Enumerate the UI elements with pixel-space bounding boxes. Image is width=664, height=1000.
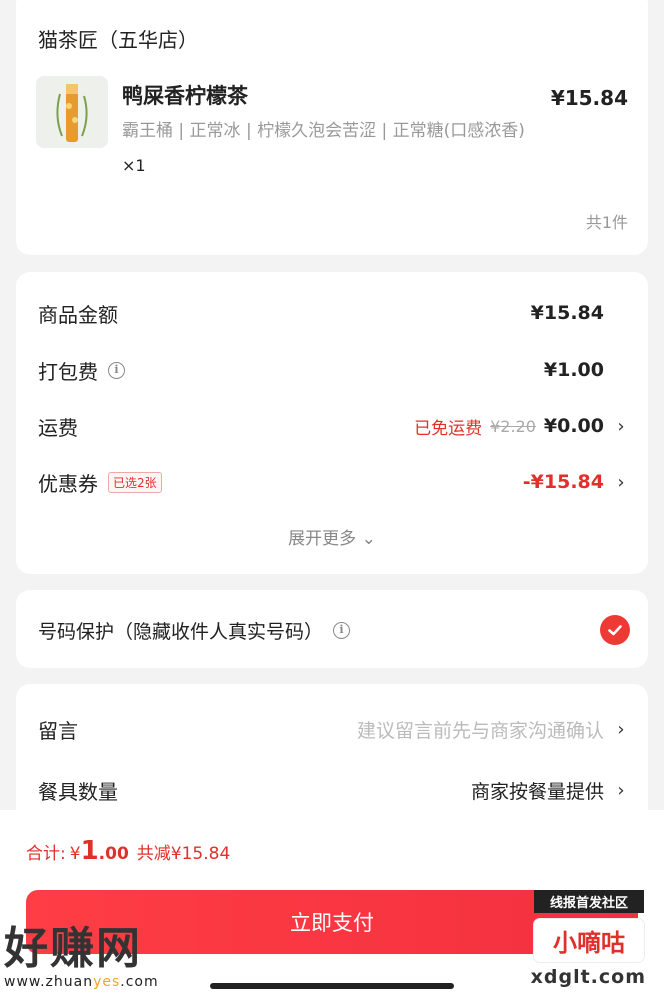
info-icon[interactable]: i [333, 622, 351, 639]
total-integer: 1 [80, 836, 99, 866]
watermark-left-title: 好赚网 [4, 923, 142, 974]
watermark-logo-right: 线报首发社区 小嘀咕 [534, 890, 644, 962]
goods-amount-row: 商品金额 ¥15.84 [38, 298, 628, 328]
amount-card: 商品金额 ¥15.84 打包费 i ¥1.00 运费 已免运费 ¥2.20 ¥0… [16, 272, 648, 574]
privacy-checkbox[interactable] [600, 615, 630, 645]
watermark-right-url: xdglt.com [530, 966, 646, 988]
note-label: 留言 [38, 718, 78, 743]
shipping-fee-label: 运费 [38, 415, 78, 440]
watermark-left-url: www.zhuanyes.com [4, 974, 159, 990]
chevron-right-icon[interactable]: › [614, 780, 628, 801]
product-quantity: ×1 [122, 156, 146, 175]
packing-fee-label: 打包费 [38, 359, 98, 384]
chevron-right-icon[interactable]: › [614, 719, 628, 740]
total-label: 合计: [26, 844, 66, 864]
packing-fee-row: 打包费 i ¥1.00 [38, 355, 628, 385]
shipping-fee-row[interactable]: 运费 已免运费 ¥2.20 ¥0.00 › [38, 411, 628, 441]
watermark-logo-left: 好赚网 www.zhuanyes.com [4, 912, 194, 992]
total-item-count: 共1件 [585, 213, 628, 232]
watermark-right-tag: 线报首发社区 [534, 890, 644, 913]
shipping-fee-value: ¥0.00 [543, 415, 604, 437]
info-icon[interactable]: i [108, 361, 125, 379]
total-decimal: .00 [98, 844, 129, 864]
product-name[interactable]: 鸭屎香柠檬茶 [122, 80, 248, 110]
utensils-row[interactable]: 餐具数量 商家按餐量提供 › [38, 775, 628, 805]
note-hint[interactable]: 建议留言前先与商家沟通确认 [357, 716, 604, 743]
original-shipping-price: ¥2.20 [490, 416, 536, 436]
product-specs: 霸王桶 | 正常冰 | 柠檬久泡会苦涩 | 正常糖(口感浓香) [122, 121, 525, 141]
privacy-label: 号码保护（隐藏收件人真实号码） [38, 621, 324, 643]
product-price: ¥15.84 [550, 86, 628, 110]
free-shipping-label: 已免运费 [414, 418, 483, 439]
note-row[interactable]: 留言 建议留言前先与商家沟通确认 › [38, 714, 628, 744]
shop-name[interactable]: 猫茶匠（五华店） [38, 24, 198, 53]
home-indicator[interactable] [210, 983, 454, 989]
expand-more-button[interactable]: 展开更多 ⌄ [16, 524, 648, 549]
total-currency: ¥ [69, 844, 81, 864]
packing-fee-value: ¥1.00 [543, 359, 604, 381]
coupon-value: -¥15.84 [522, 471, 604, 493]
product-thumbnail[interactable] [36, 76, 108, 148]
saved-amount: 共减¥15.84 [136, 844, 231, 864]
note-card: 留言 建议留言前先与商家沟通确认 › 餐具数量 商家按餐量提供 › [16, 684, 648, 824]
order-total: 合计: ¥ 1 .00 共减¥15.84 [26, 836, 230, 866]
chevron-right-icon[interactable]: › [614, 416, 628, 437]
utensils-value: 商家按餐量提供 [470, 780, 604, 803]
utensils-label: 餐具数量 [38, 779, 118, 804]
coupon-row[interactable]: 优惠券 已选2张 -¥15.84 › [38, 467, 628, 497]
check-icon [608, 625, 622, 636]
tea-cup-icon [36, 76, 108, 148]
watermark-right-box: 小嘀咕 [534, 919, 644, 962]
privacy-card: 号码保护（隐藏收件人真实号码） i [16, 590, 648, 668]
chevron-right-icon[interactable]: › [614, 472, 628, 493]
goods-amount-label: 商品金额 [38, 302, 118, 327]
coupon-label: 优惠券 [38, 471, 98, 496]
coupon-badge: 已选2张 [108, 471, 162, 493]
shop-card: 猫茶匠（五华店） 鸭屎香柠檬茶 ¥15.84 霸王桶 | 正常冰 | 柠檬久泡会… [16, 0, 648, 255]
goods-amount-value: ¥15.84 [530, 302, 604, 324]
